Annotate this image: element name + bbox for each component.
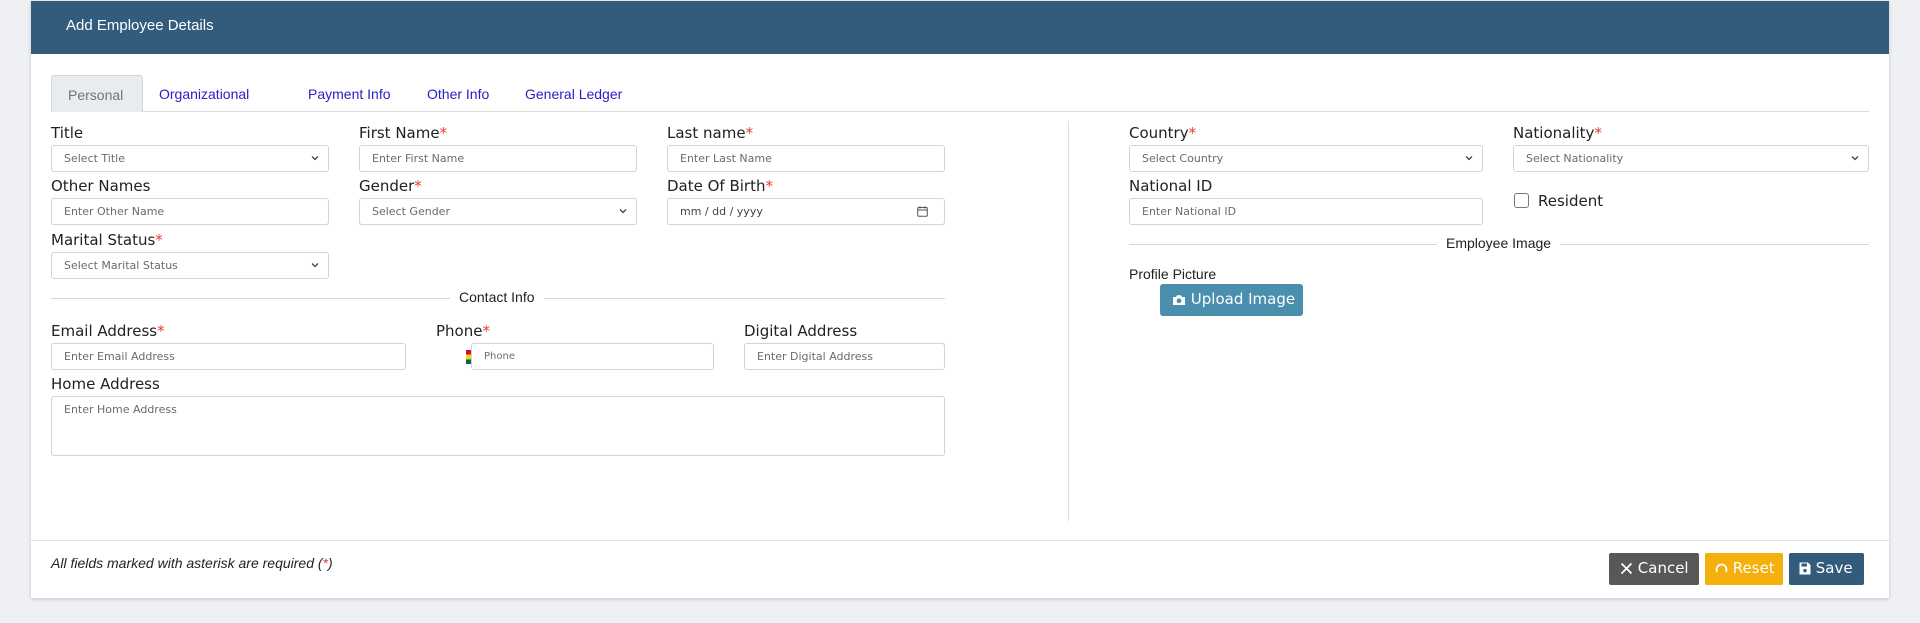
email-input[interactable]: Enter Email Address (51, 343, 406, 370)
profile-picture-label: Profile Picture (1129, 266, 1217, 282)
dob-input-value: mm / dd / yyyy (680, 205, 763, 218)
chevron-down-icon (311, 156, 319, 161)
last-name-label: Last name* (667, 124, 754, 142)
reset-button[interactable]: Reset (1705, 553, 1783, 585)
upload-image-button[interactable]: Upload Image (1160, 284, 1303, 316)
column-separator (1068, 121, 1069, 521)
calendar-icon[interactable] (917, 206, 928, 217)
first-name-input[interactable]: Enter First Name (359, 145, 637, 172)
last-name-input[interactable]: Enter Last Name (667, 145, 945, 172)
tab-general-ledger[interactable]: General Ledger (525, 75, 622, 112)
first-name-label: First Name* (359, 124, 448, 142)
tab-bar: Personal Organizational Payment Info Oth… (51, 75, 1869, 112)
dob-label: Date Of Birth* (667, 177, 773, 195)
digital-address-label: Digital Address (744, 322, 858, 340)
footer-divider (31, 540, 1889, 541)
title-select[interactable]: Select Title (51, 145, 329, 172)
chevron-down-icon (1465, 156, 1473, 161)
add-employee-card: Add Employee Details Personal Organizati… (31, 1, 1889, 598)
tab-other-info[interactable]: Other Info (427, 75, 489, 112)
save-label: Save (1815, 559, 1853, 577)
resident-checkbox[interactable] (1514, 193, 1529, 208)
digital-address-input[interactable]: Enter Digital Address (744, 343, 945, 370)
resident-label: Resident (1538, 192, 1604, 210)
marital-status-select-value: Select Marital Status (64, 259, 178, 272)
reset-label: Reset (1732, 559, 1775, 577)
reset-icon (1715, 563, 1728, 573)
tab-payment-info[interactable]: Payment Info (308, 75, 391, 112)
required-fields-note: All fields marked with asterisk are requ… (51, 555, 333, 571)
home-address-textarea[interactable]: Enter Home Address (51, 396, 945, 456)
camera-icon (1173, 295, 1185, 305)
phone-input[interactable]: Phone (471, 343, 714, 370)
gender-select-value: Select Gender (372, 205, 450, 218)
chevron-down-icon (619, 209, 627, 214)
dob-input[interactable]: mm / dd / yyyy (667, 198, 945, 225)
tab-personal[interactable]: Personal (51, 75, 143, 112)
gender-label: Gender* (359, 177, 422, 195)
contact-info-heading: Contact Info (450, 289, 544, 305)
other-names-label: Other Names (51, 177, 151, 195)
country-select-value: Select Country (1142, 152, 1224, 165)
employee-image-heading: Employee Image (1437, 235, 1561, 251)
title-select-value: Select Title (64, 152, 126, 165)
phone-label: Phone* (436, 322, 490, 340)
marital-status-label: Marital Status* (51, 231, 163, 249)
cancel-button[interactable]: Cancel (1609, 553, 1699, 585)
nationality-select-value: Select Nationality (1526, 152, 1624, 165)
marital-status-select[interactable]: Select Marital Status (51, 252, 329, 279)
nationality-label: Nationality* (1513, 124, 1602, 142)
upload-image-label: Upload Image (1190, 290, 1296, 308)
cancel-label: Cancel (1637, 559, 1689, 577)
national-id-input[interactable]: Enter National ID (1129, 198, 1483, 225)
other-names-input[interactable]: Enter Other Name (51, 198, 329, 225)
chevron-down-icon (1851, 156, 1859, 161)
save-icon (1799, 562, 1811, 575)
card-header: Add Employee Details (31, 1, 1889, 54)
national-id-label: National ID (1129, 177, 1213, 195)
chevron-down-icon (311, 263, 319, 268)
title-label: Title (51, 124, 84, 142)
close-icon (1620, 562, 1633, 575)
tab-organizational[interactable]: Organizational (159, 75, 249, 112)
country-select[interactable]: Select Country (1129, 145, 1483, 172)
nationality-select[interactable]: Select Nationality (1513, 145, 1869, 172)
country-label: Country* (1129, 124, 1197, 142)
email-label: Email Address* (51, 322, 165, 340)
home-address-label: Home Address (51, 375, 160, 393)
save-button[interactable]: Save (1789, 553, 1864, 585)
gender-select[interactable]: Select Gender (359, 198, 637, 225)
